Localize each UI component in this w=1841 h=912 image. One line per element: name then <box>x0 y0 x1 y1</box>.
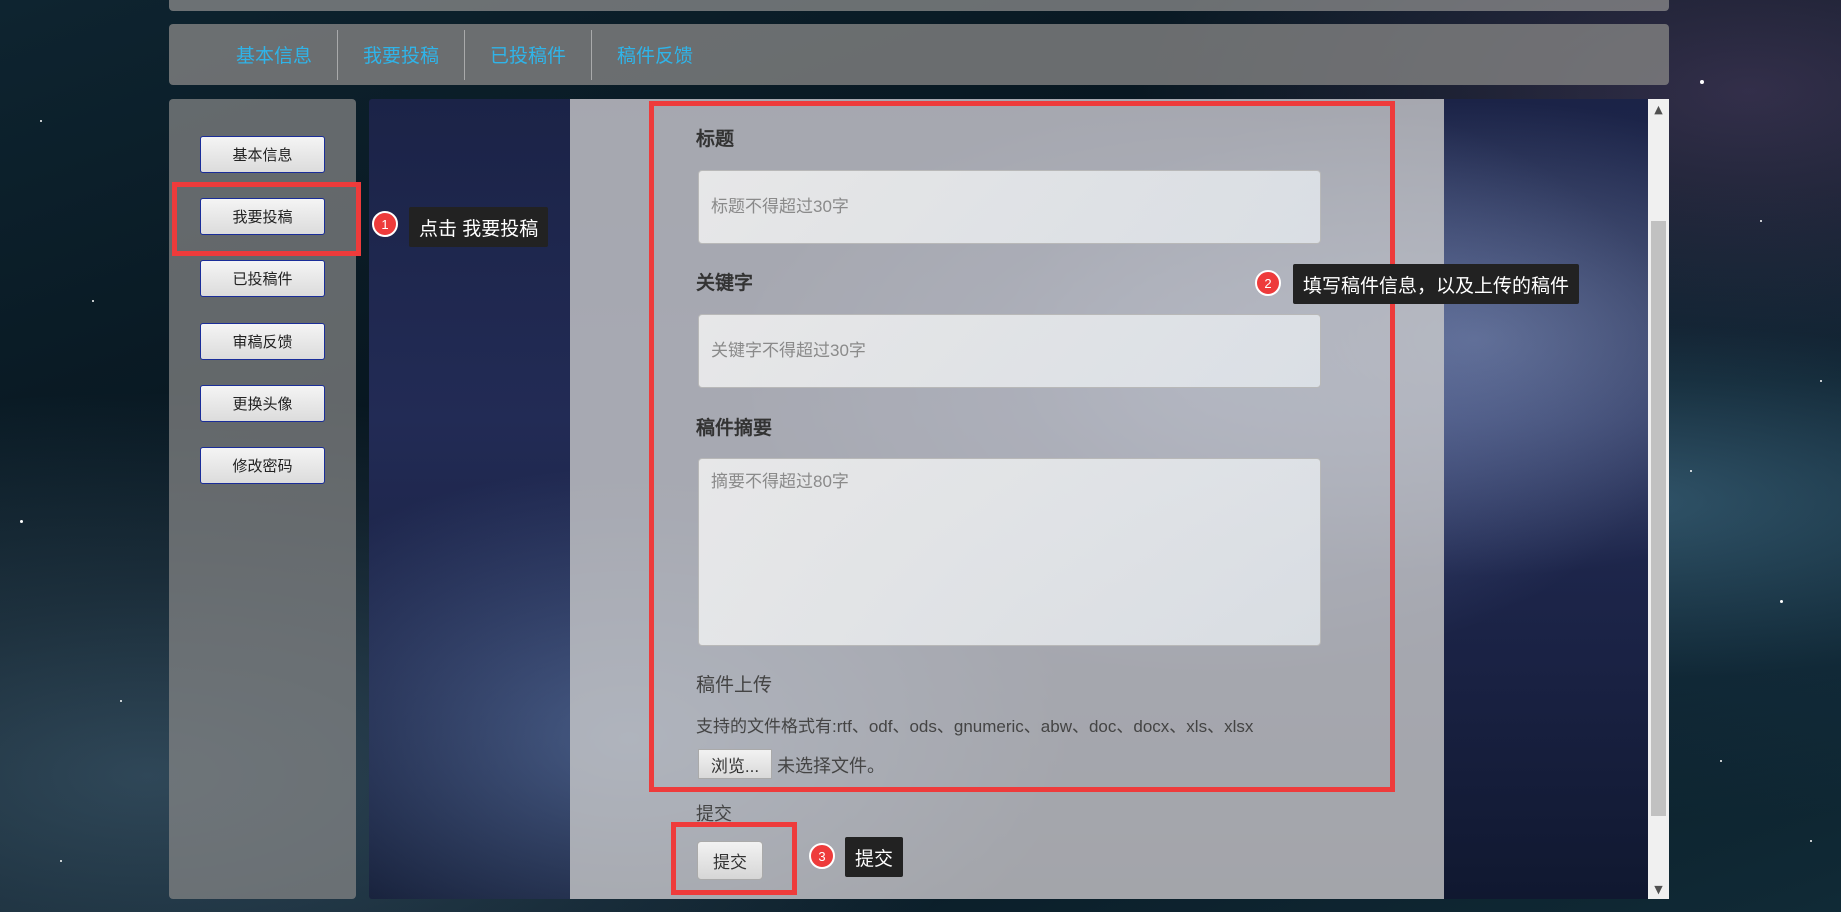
tab-manuscript-feedback[interactable]: 稿件反馈 <box>592 30 718 80</box>
step-3-badge: 3 <box>809 843 835 869</box>
no-file-selected-text: 未选择文件。 <box>777 756 885 776</box>
scrollbar[interactable]: ▲ ▼ <box>1648 99 1669 899</box>
scrollbar-thumb[interactable] <box>1651 221 1666 816</box>
tab-basic-info[interactable]: 基本信息 <box>211 29 339 80</box>
step-1-tooltip: 点击 我要投稿 <box>409 207 549 247</box>
scroll-down-icon[interactable]: ▼ <box>1648 879 1669 899</box>
step-2-tooltip: 填写稿件信息，以及上传的稿件 <box>1293 264 1580 304</box>
keyword-input[interactable] <box>698 314 1321 388</box>
sidebar-item-review-feedback[interactable]: 审稿反馈 <box>200 323 325 360</box>
top-navigation: 基本信息 我要投稿 已投稿件 稿件反馈 <box>169 24 1669 85</box>
tab-submitted-manuscripts[interactable]: 已投稿件 <box>465 29 593 80</box>
abstract-label: 稿件摘要 <box>696 418 773 439</box>
tab-submit-manuscript[interactable]: 我要投稿 <box>338 29 466 80</box>
keyword-label: 关键字 <box>696 273 754 294</box>
title-label: 标题 <box>696 129 735 150</box>
submit-button[interactable]: 提交 <box>697 841 763 880</box>
supported-formats-text: 支持的文件格式有:rtf、odf、ods、gnumeric、abw、doc、do… <box>696 717 1254 736</box>
step-2-badge: 2 <box>1255 270 1281 296</box>
page: { "topnav": { "tabs": [ {"label": "基本信息"… <box>0 0 1841 912</box>
scroll-up-icon[interactable]: ▲ <box>1648 99 1669 119</box>
step-3-tooltip: 提交 <box>845 837 904 877</box>
sidebar-item-change-password[interactable]: 修改密码 <box>200 447 325 484</box>
sidebar-item-change-avatar[interactable]: 更换头像 <box>200 385 325 422</box>
upload-label: 稿件上传 <box>696 675 773 696</box>
top-header-strip <box>169 0 1669 11</box>
sidebar-item-basic-info[interactable]: 基本信息 <box>200 136 325 173</box>
step-1-badge: 1 <box>372 211 398 237</box>
sidebar-item-submit-manuscript[interactable]: 我要投稿 <box>200 198 325 235</box>
abstract-textarea[interactable] <box>698 458 1321 646</box>
browse-button[interactable]: 浏览... <box>698 749 772 779</box>
sidebar-item-submitted-manuscripts[interactable]: 已投稿件 <box>200 260 325 297</box>
submit-heading: 提交 <box>696 804 732 824</box>
title-input[interactable] <box>698 170 1321 244</box>
sidebar: 基本信息 我要投稿 已投稿件 审稿反馈 更换头像 修改密码 <box>169 99 356 899</box>
